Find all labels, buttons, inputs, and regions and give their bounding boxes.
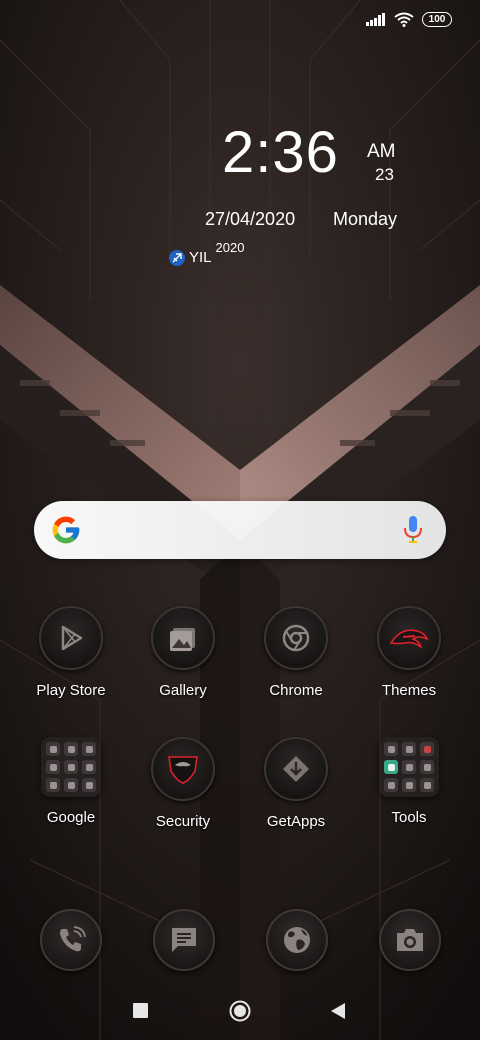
google-search-bar[interactable] xyxy=(34,501,446,559)
app-label: Gallery xyxy=(159,682,207,699)
clock-time[interactable]: 2:36 xyxy=(222,118,339,188)
music-mini-icon xyxy=(46,778,60,792)
youtube-mini-icon xyxy=(46,760,60,774)
clock-day: Monday xyxy=(333,209,398,229)
drive-mini-icon xyxy=(82,760,96,774)
app-themes[interactable]: Themes xyxy=(359,606,459,699)
signal-icon xyxy=(366,13,385,26)
clock-ampm: AM xyxy=(367,141,396,162)
folder-google[interactable]: Google xyxy=(21,737,121,826)
dock-browser[interactable] xyxy=(266,909,328,971)
dock-messages[interactable] xyxy=(153,909,215,971)
gallery-icon[interactable] xyxy=(151,606,215,670)
app-label: Security xyxy=(155,813,211,830)
maps-mini-icon xyxy=(82,742,96,756)
contacts-mini-icon xyxy=(384,742,398,756)
horoscope-widget[interactable]: YIL 2020 xyxy=(169,240,244,266)
status-bar: 100 xyxy=(366,12,452,27)
app-getapps[interactable]: GetApps xyxy=(246,737,346,830)
recorder-mini-icon xyxy=(402,760,416,774)
home-button[interactable] xyxy=(229,1000,251,1022)
themes-icon[interactable] xyxy=(377,606,441,670)
security-icon[interactable] xyxy=(151,737,215,801)
duo-mini-icon xyxy=(82,778,96,792)
calculator-mini-icon xyxy=(420,742,434,756)
google-mini-icon xyxy=(46,742,60,756)
google-g-icon[interactable] xyxy=(50,514,82,546)
recents-button[interactable] xyxy=(133,1003,148,1018)
dock-phone[interactable] xyxy=(40,909,102,971)
app-gallery[interactable]: Gallery xyxy=(133,606,233,699)
camera-mini-icon xyxy=(420,760,434,774)
download-mini-icon xyxy=(420,778,434,792)
app-play-store[interactable]: Play Store xyxy=(21,606,121,699)
app-label: Play Store xyxy=(36,682,106,699)
back-button[interactable] xyxy=(331,1003,345,1019)
play-mini-icon xyxy=(64,760,78,774)
gmail-mini-icon xyxy=(64,742,78,756)
sagittarius-icon xyxy=(169,250,185,266)
phone-icon xyxy=(60,926,86,952)
clock-date[interactable]: 27/04/2020 xyxy=(205,209,295,230)
google-folder-icon[interactable] xyxy=(41,737,101,797)
camera-icon xyxy=(397,929,423,951)
files-mini-icon xyxy=(402,778,416,792)
chrome-icon[interactable] xyxy=(264,606,328,670)
getapps-icon[interactable] xyxy=(264,737,328,801)
photos-mini-icon xyxy=(64,778,78,792)
mail-mini-icon xyxy=(384,778,398,792)
app-label: Google xyxy=(46,809,96,826)
folder-tools[interactable]: Tools xyxy=(359,737,459,826)
wifi-icon xyxy=(394,12,414,27)
battery-icon: 100 xyxy=(422,12,452,27)
app-label: Chrome xyxy=(269,682,323,699)
browser-icon xyxy=(284,927,310,953)
app-security[interactable]: Security xyxy=(133,737,233,830)
calendar-mini-icon xyxy=(402,742,416,756)
tools-folder-icon[interactable] xyxy=(379,737,439,797)
messages-icon xyxy=(172,928,196,952)
clock-seconds: 23 xyxy=(375,165,394,184)
play-store-icon[interactable] xyxy=(39,606,103,670)
app-chrome[interactable]: Chrome xyxy=(246,606,346,699)
dock-camera[interactable] xyxy=(379,909,441,971)
app-label: Themes xyxy=(381,682,437,699)
navigation-bar xyxy=(0,986,480,1040)
clock-mini-icon xyxy=(384,760,398,774)
app-label: Tools xyxy=(391,809,427,826)
app-label: GetApps xyxy=(266,813,326,830)
horoscope-year: 2020 xyxy=(215,240,245,255)
microphone-icon[interactable] xyxy=(404,516,422,544)
horoscope-label: YIL xyxy=(189,249,212,266)
